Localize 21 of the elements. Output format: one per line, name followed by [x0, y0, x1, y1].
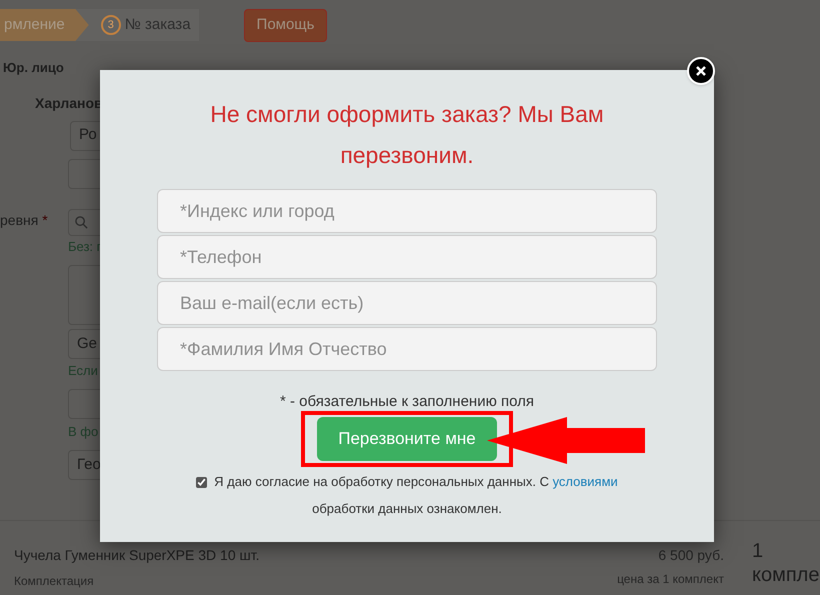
product-name: Чучела Гуменник SuperXPE 3D 10 шт. [14, 546, 260, 565]
modal-title: Не смогли оформить заказ? Мы Вам перезвоним. [209, 100, 605, 170]
hint-text: В фо [68, 422, 98, 441]
step-tab[interactable]: рмление [0, 9, 89, 41]
terms-link[interactable]: условиями [552, 474, 618, 489]
search-icon [75, 216, 88, 228]
name-label: Харланов [35, 94, 103, 113]
hint-text: Если [68, 362, 98, 380]
unit-text: компле [752, 563, 820, 587]
product-subtitle: Комплектация [14, 573, 95, 590]
quantity-text: 1 [752, 539, 764, 563]
help-button[interactable]: Помощь [244, 8, 328, 42]
step-number: 3 [100, 15, 121, 35]
required-note: * - обязательные к заполнению поля [280, 393, 534, 411]
entity-label: Юр. лицо [3, 59, 64, 77]
field-label: ревня * [0, 210, 49, 230]
consent-text: Я даю согласие на обработку персональных данных. С условиями обработки данных ознакомлен. [214, 474, 618, 516]
close-icon [696, 66, 706, 76]
consent-checkbox[interactable] [196, 477, 208, 488]
close-button[interactable] [687, 57, 715, 85]
callback-button[interactable]: Перезвоните мне [317, 417, 497, 461]
